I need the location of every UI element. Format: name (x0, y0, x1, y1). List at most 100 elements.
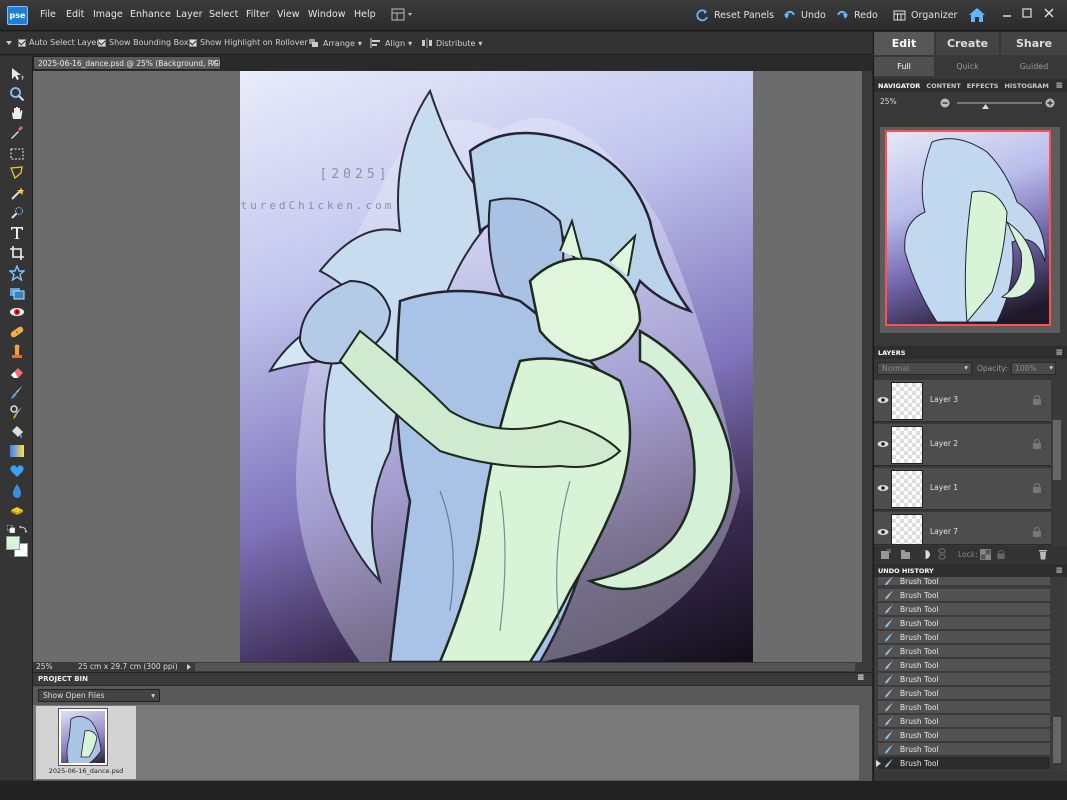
panel-menu-icon[interactable]: ≡ (1055, 566, 1063, 576)
sponge-tool-icon[interactable] (9, 502, 25, 518)
tab-guided[interactable]: Guided (1001, 57, 1067, 76)
zoom-in-icon[interactable] (1045, 98, 1055, 108)
menu-edit[interactable]: Edit (66, 9, 84, 20)
layer-row[interactable]: Layer 1 (874, 468, 1051, 510)
tab-full[interactable]: Full (874, 57, 934, 76)
align-dropdown[interactable]: Align ▾ (370, 38, 412, 48)
panel-menu-icon[interactable]: ≡ (1055, 81, 1063, 91)
marquee-tool-icon[interactable] (9, 146, 25, 162)
swap-colors-icon[interactable] (19, 525, 28, 533)
tab-create[interactable]: Create (936, 32, 999, 55)
history-scrollbar[interactable] (1052, 577, 1062, 769)
quick-selection-tool-icon[interactable] (9, 205, 25, 221)
layer-row[interactable]: Layer 7 (874, 512, 1051, 545)
vertical-scrollbar[interactable] (862, 71, 872, 662)
layer-row[interactable]: Layer 2 (874, 424, 1051, 466)
menu-file[interactable]: File (40, 9, 56, 20)
visibility-eye-icon[interactable] (877, 482, 889, 494)
brush-tool-icon[interactable] (9, 384, 25, 400)
menu-window[interactable]: Window (308, 9, 345, 20)
eraser-tool-icon[interactable] (9, 364, 25, 380)
type-tool-icon[interactable] (9, 225, 25, 241)
auto-select-layer-checkbox[interactable]: Auto Select Layer (18, 38, 100, 47)
tab-close-icon[interactable]: × (211, 58, 218, 67)
visibility-eye-icon[interactable] (877, 394, 889, 406)
close-icon[interactable] (1042, 6, 1056, 20)
history-item[interactable]: Brush Tool (878, 715, 1050, 728)
reset-panels-button[interactable]: Reset Panels (696, 7, 774, 24)
menu-select[interactable]: Select (209, 9, 238, 20)
smart-brush-tool-icon[interactable] (9, 404, 25, 420)
history-item[interactable]: Brush Tool (878, 687, 1050, 700)
gradient-tool-icon[interactable] (9, 443, 25, 459)
history-item[interactable]: Brush Tool (878, 729, 1050, 742)
eyedropper-tool-icon[interactable] (9, 124, 25, 140)
status-menu-arrow-icon[interactable] (185, 663, 193, 671)
hand-tool-icon[interactable] (9, 105, 25, 121)
history-item[interactable]: Brush Tool (878, 645, 1050, 658)
tab-navigator[interactable]: NAVIGATOR (878, 82, 920, 90)
artwork-canvas[interactable]: [2025] TorturedChicken.com (240, 71, 753, 662)
show-highlight-checkbox[interactable]: Show Highlight on Rollover (189, 38, 308, 47)
delete-layer-icon[interactable] (1038, 548, 1048, 560)
lock-all-icon[interactable] (996, 549, 1006, 560)
menu-view[interactable]: View (277, 9, 300, 20)
lasso-tool-icon[interactable] (9, 165, 25, 181)
history-item[interactable]: Brush Tool (878, 673, 1050, 686)
zoom-level[interactable]: 25% (36, 662, 53, 671)
history-item[interactable]: Brush Tool (878, 701, 1050, 714)
home-button[interactable] (968, 7, 986, 23)
navigator-view-box[interactable] (885, 130, 1051, 326)
visibility-eye-icon[interactable] (877, 526, 889, 538)
tab-quick[interactable]: Quick (936, 57, 999, 76)
zoom-out-icon[interactable] (940, 98, 950, 108)
menu-enhance[interactable]: Enhance (130, 9, 171, 20)
blur-tool-icon[interactable] (9, 483, 25, 499)
tab-edit[interactable]: Edit (874, 32, 934, 55)
tab-content[interactable]: CONTENT (926, 82, 960, 90)
layer-row[interactable]: Layer 3 (874, 380, 1051, 422)
healing-brush-tool-icon[interactable] (9, 324, 25, 340)
options-menu-icon[interactable] (5, 38, 13, 48)
project-bin-dropdown[interactable]: Show Open Files ▾ (38, 689, 160, 702)
red-eye-tool-icon[interactable] (9, 304, 25, 320)
panel-menu-icon[interactable]: ≡ (1055, 348, 1063, 358)
history-item[interactable]: Brush Tool (878, 617, 1050, 630)
redo-button[interactable]: Redo (836, 7, 878, 24)
distribute-dropdown[interactable]: Distribute ▾ (421, 38, 482, 48)
navigator-zoom-value[interactable]: 25% (880, 97, 897, 106)
blend-mode-dropdown[interactable]: Normal ▾ (877, 362, 972, 375)
history-item[interactable]: Brush Tool (878, 757, 1050, 770)
arrange-dropdown[interactable]: Arrange ▾ (308, 38, 362, 48)
recompose-tool-icon[interactable] (9, 285, 25, 301)
zoom-tool-icon[interactable] (9, 86, 25, 102)
minimize-icon[interactable] (1000, 6, 1014, 20)
paint-bucket-tool-icon[interactable] (9, 424, 25, 440)
history-item[interactable]: Brush Tool (878, 589, 1050, 602)
cookie-cutter-tool-icon[interactable] (9, 265, 25, 281)
panel-menu-icon[interactable]: ≡ (857, 673, 865, 683)
tab-share[interactable]: Share (1001, 32, 1067, 55)
tab-effects[interactable]: EFFECTS (967, 82, 999, 90)
magic-wand-tool-icon[interactable] (9, 185, 25, 201)
move-tool-icon[interactable] (9, 66, 25, 82)
custom-shape-tool-icon[interactable] (9, 463, 25, 479)
layers-scrollbar[interactable] (1052, 380, 1062, 545)
menu-image[interactable]: Image (93, 9, 123, 20)
menu-filter[interactable]: Filter (246, 9, 270, 20)
history-item[interactable]: Brush Tool (878, 659, 1050, 672)
horizontal-scrollbar[interactable] (195, 663, 855, 671)
show-bounding-box-checkbox[interactable]: Show Bounding Box (98, 38, 189, 47)
menu-layer[interactable]: Layer (176, 9, 203, 20)
canvas-area[interactable]: [2025] TorturedChicken.com (33, 71, 862, 662)
lock-transparency-icon[interactable] (980, 549, 991, 560)
visibility-eye-icon[interactable] (877, 438, 889, 450)
new-group-icon[interactable] (900, 549, 911, 560)
document-tab[interactable]: 2025-06-16_dance.psd @ 25% (Background, … (33, 56, 221, 70)
navigator-zoom-slider[interactable] (957, 102, 1042, 104)
history-item[interactable]: Brush Tool (878, 631, 1050, 644)
opacity-field[interactable]: 100% ▾ (1011, 362, 1056, 375)
crop-tool-icon[interactable] (9, 245, 25, 261)
link-layers-icon[interactable] (938, 548, 946, 560)
clone-stamp-tool-icon[interactable] (9, 344, 25, 360)
